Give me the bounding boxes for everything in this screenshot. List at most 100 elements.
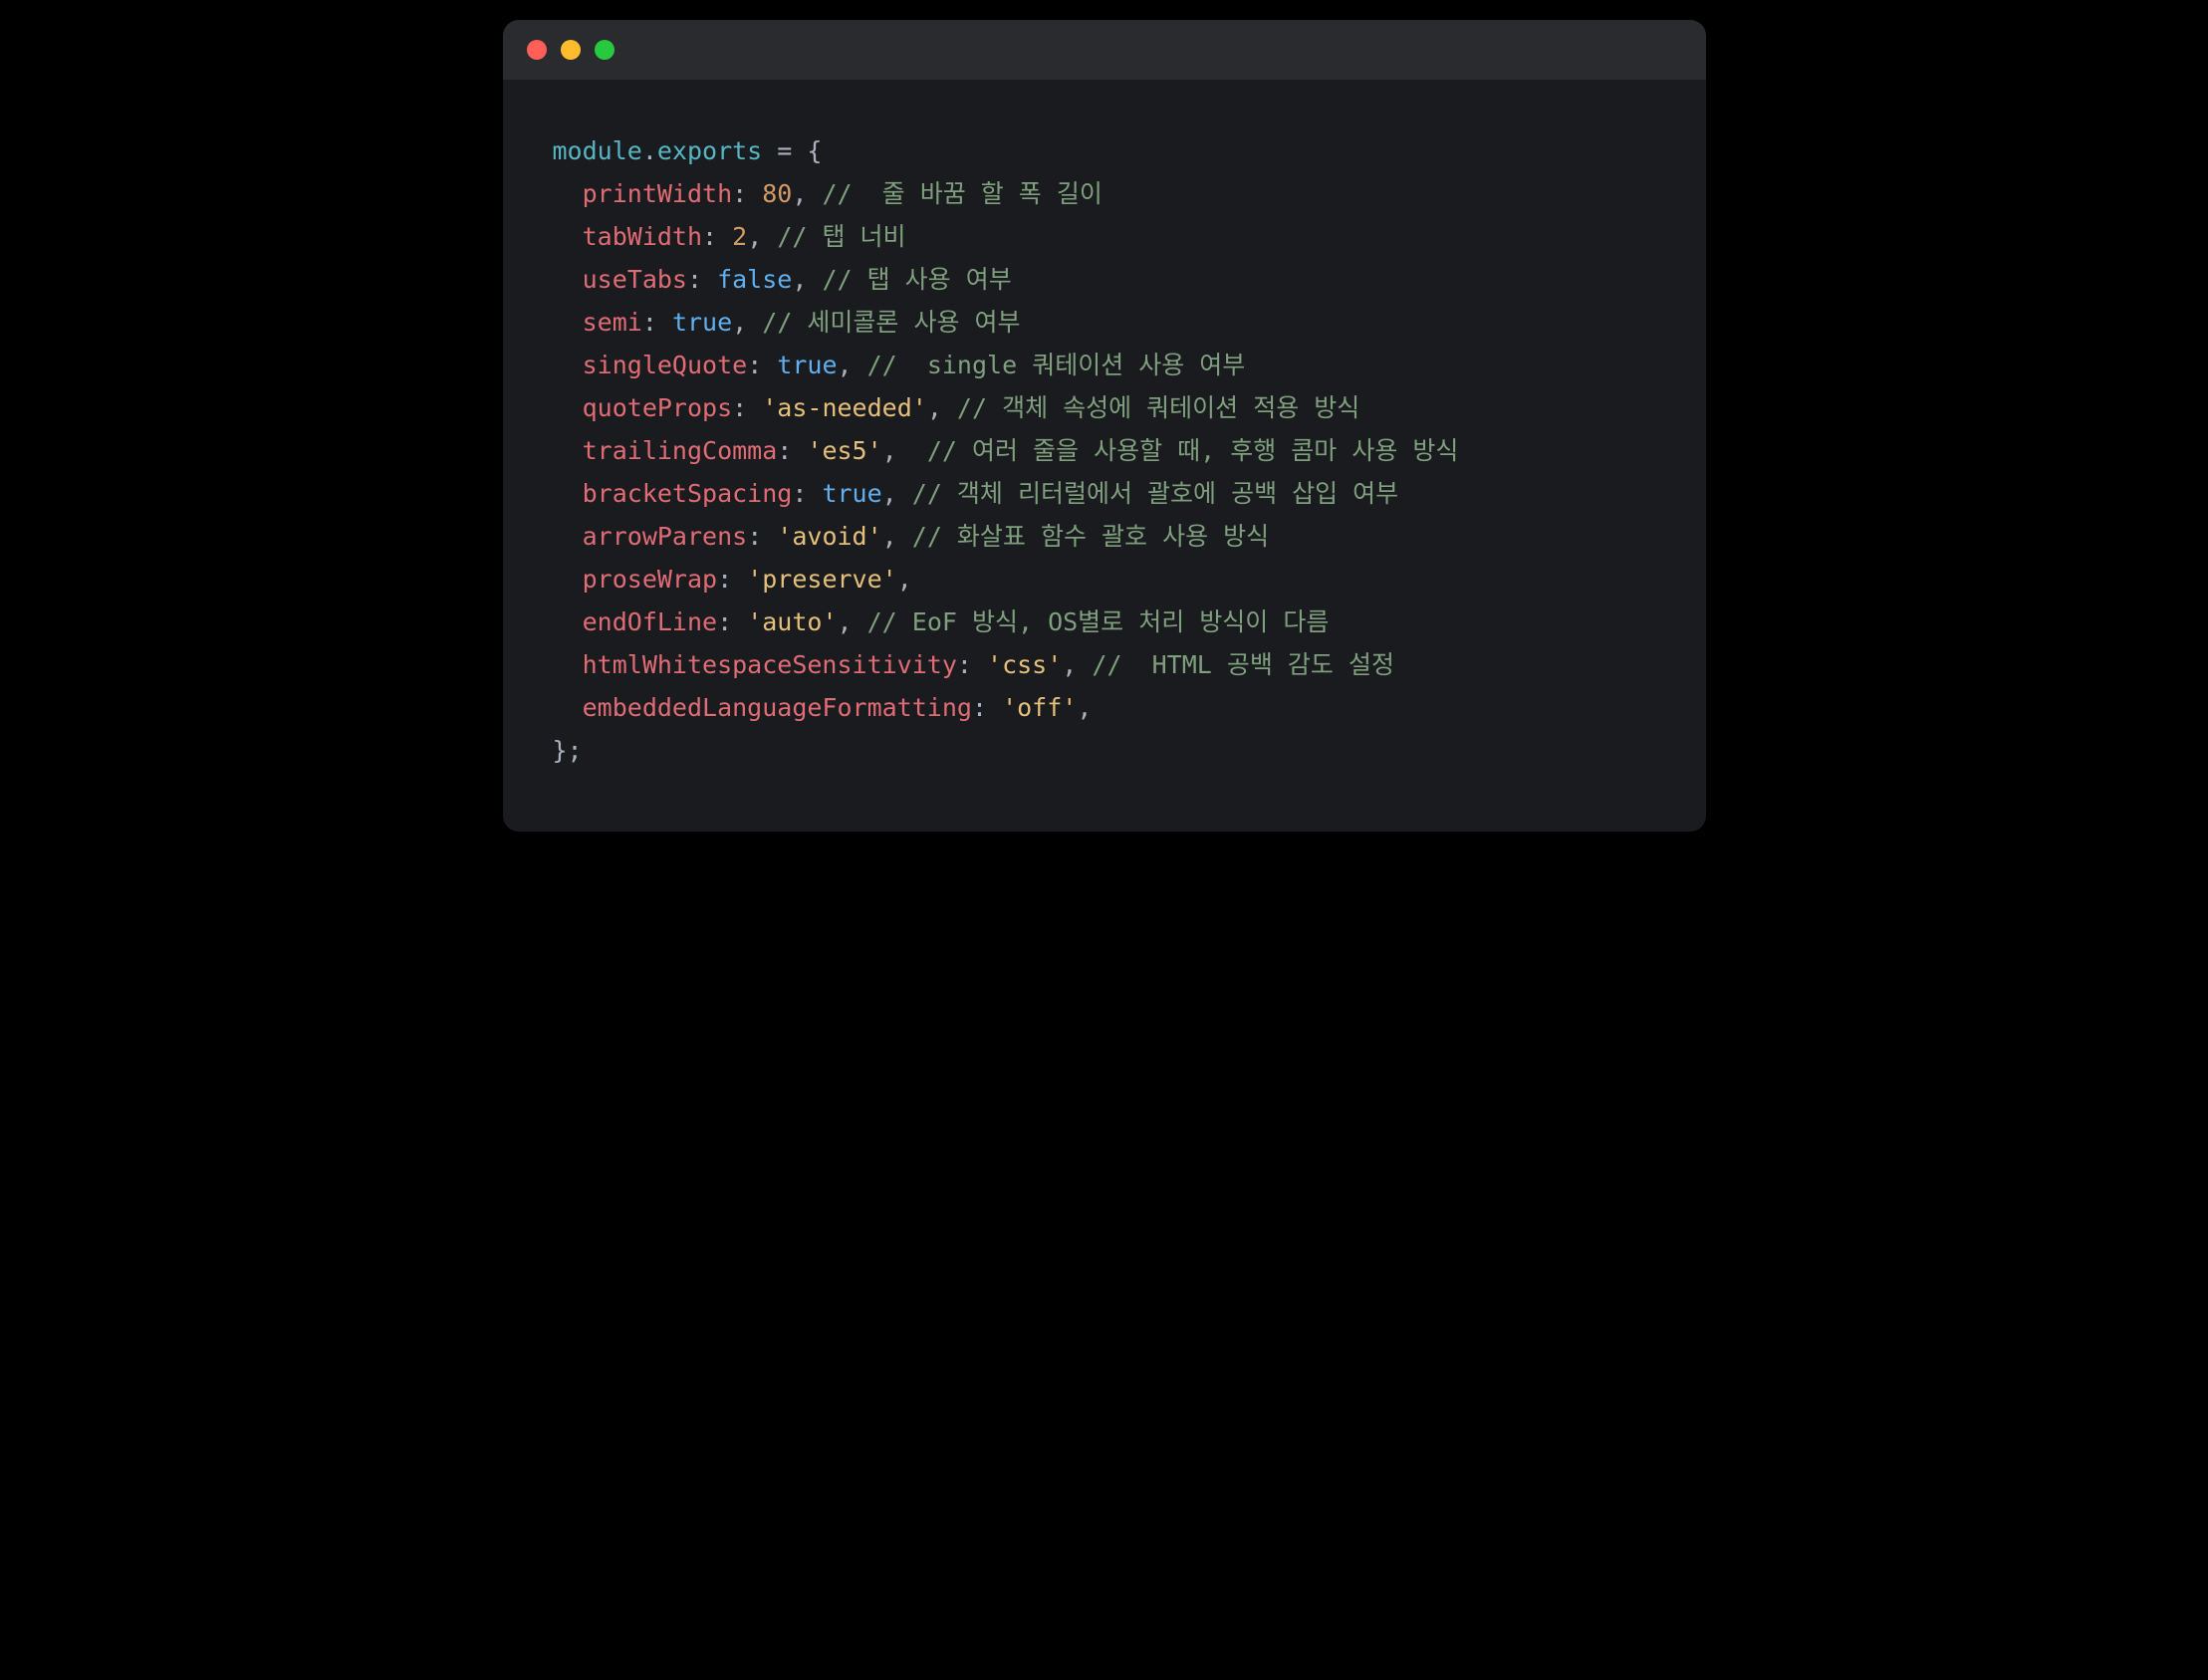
code-lines: printWidth: 80, // 줄 바꿈 할 폭 길이 tabWidth:… — [553, 172, 1656, 729]
token-comment: // HTML 공백 감도 설정 — [1092, 650, 1394, 679]
token-property: semi — [583, 308, 642, 337]
token-colon: : — [717, 565, 747, 594]
zoom-icon[interactable] — [595, 40, 614, 60]
token-property: singleQuote — [583, 351, 748, 379]
token-comma: , — [882, 522, 912, 551]
token-colon: : — [732, 179, 762, 208]
token-property: htmlWhitespaceSensitivity — [583, 650, 957, 679]
indent — [553, 693, 583, 722]
token-colon: : — [957, 650, 987, 679]
token-comment: // 줄 바꿈 할 폭 길이 — [822, 179, 1102, 208]
token-comma: , — [732, 308, 762, 337]
token-comment: // 객체 속성에 쿼테이션 적용 방식 — [957, 393, 1359, 422]
token-value: true — [777, 351, 837, 379]
token-comma: , — [882, 479, 912, 508]
close-icon[interactable] — [527, 40, 547, 60]
token-comment: // single 쿼테이션 사용 여부 — [867, 351, 1246, 379]
token-dot: . — [642, 136, 657, 165]
token-colon: : — [792, 479, 822, 508]
token-value: true — [822, 479, 881, 508]
code-line: arrowParens: 'avoid', // 화살표 함수 괄호 사용 방식 — [553, 515, 1656, 558]
token-comment: // 탭 너비 — [777, 222, 905, 251]
token-property: bracketSpacing — [583, 479, 793, 508]
token-assign: = — [762, 136, 807, 165]
indent — [553, 265, 583, 294]
code-line-close: }; — [553, 729, 1656, 772]
code-line: bracketSpacing: true, // 객체 리터럴에서 괄호에 공백… — [553, 472, 1656, 515]
token-comma: , — [747, 222, 777, 251]
token-colon: : — [702, 222, 732, 251]
code-line: useTabs: false, // 탭 사용 여부 — [553, 258, 1656, 301]
code-line: semi: true, // 세미콜론 사용 여부 — [553, 301, 1656, 344]
token-brace: { — [807, 136, 822, 165]
token-value: 80 — [762, 179, 792, 208]
token-comma: , — [882, 436, 927, 465]
token-comma: , — [838, 351, 867, 379]
token-value: 'es5' — [807, 436, 881, 465]
token-colon: : — [642, 308, 672, 337]
code-window: module.exports = { printWidth: 80, // 줄 … — [503, 20, 1706, 832]
token-comma: , — [897, 565, 912, 594]
indent — [553, 351, 583, 379]
indent — [553, 565, 583, 594]
code-line: printWidth: 80, // 줄 바꿈 할 폭 길이 — [553, 172, 1656, 215]
token-comment: // EoF 방식, OS별로 처리 방식이 다름 — [867, 607, 1330, 636]
token-variable: module — [553, 136, 642, 165]
code-line: endOfLine: 'auto', // EoF 방식, OS별로 처리 방식… — [553, 600, 1656, 643]
token-property: proseWrap — [583, 565, 717, 594]
token-comment: // 탭 사용 여부 — [822, 265, 1011, 294]
token-value: 'preserve' — [747, 565, 897, 594]
token-value: 'as-needed' — [762, 393, 927, 422]
token-property: embeddedLanguageFormatting — [583, 693, 972, 722]
token-colon: : — [747, 522, 777, 551]
token-value: 'avoid' — [777, 522, 881, 551]
indent — [553, 179, 583, 208]
token-colon: : — [972, 693, 1002, 722]
token-value: true — [672, 308, 732, 337]
token-comma: , — [1077, 693, 1092, 722]
token-property: exports — [657, 136, 762, 165]
token-colon: : — [747, 351, 777, 379]
indent — [553, 522, 583, 551]
token-colon: : — [732, 393, 762, 422]
code-line: quoteProps: 'as-needed', // 객체 속성에 쿼테이션 … — [553, 386, 1656, 429]
code-line: embeddedLanguageFormatting: 'off', — [553, 686, 1656, 729]
minimize-icon[interactable] — [561, 40, 581, 60]
token-value: false — [717, 265, 792, 294]
token-comment: // 여러 줄을 사용할 때, 후행 콤마 사용 방식 — [927, 436, 1459, 465]
token-property: endOfLine — [583, 607, 717, 636]
token-value: 'off' — [1002, 693, 1077, 722]
token-colon: : — [777, 436, 807, 465]
code-editor[interactable]: module.exports = { printWidth: 80, // 줄 … — [503, 80, 1706, 832]
code-line: trailingComma: 'es5', // 여러 줄을 사용할 때, 후행… — [553, 429, 1656, 472]
token-comma: , — [792, 179, 822, 208]
indent — [553, 650, 583, 679]
token-property: trailingComma — [583, 436, 778, 465]
indent — [553, 436, 583, 465]
indent — [553, 607, 583, 636]
indent — [553, 393, 583, 422]
token-property: tabWidth — [583, 222, 702, 251]
code-line: singleQuote: true, // single 쿼테이션 사용 여부 — [553, 344, 1656, 386]
token-comment: // 객체 리터럴에서 괄호에 공백 삽입 여부 — [912, 479, 1398, 508]
token-value: 'auto' — [747, 607, 837, 636]
indent — [553, 308, 583, 337]
token-value: 2 — [732, 222, 747, 251]
token-comment: // 화살표 함수 괄호 사용 방식 — [912, 522, 1269, 551]
token-comment: // 세미콜론 사용 여부 — [762, 308, 1020, 337]
token-value: 'css' — [987, 650, 1062, 679]
code-line-open: module.exports = { — [553, 129, 1656, 172]
code-line: tabWidth: 2, // 탭 너비 — [553, 215, 1656, 258]
token-comma: , — [792, 265, 822, 294]
token-property: useTabs — [583, 265, 687, 294]
token-property: arrowParens — [583, 522, 748, 551]
token-property: printWidth — [583, 179, 733, 208]
code-line: proseWrap: 'preserve', — [553, 558, 1656, 600]
token-comma: , — [927, 393, 957, 422]
code-line: htmlWhitespaceSensitivity: 'css', // HTM… — [553, 643, 1656, 686]
token-comma: , — [1062, 650, 1092, 679]
token-property: quoteProps — [583, 393, 733, 422]
titlebar — [503, 20, 1706, 80]
indent — [553, 222, 583, 251]
token-colon: : — [717, 607, 747, 636]
